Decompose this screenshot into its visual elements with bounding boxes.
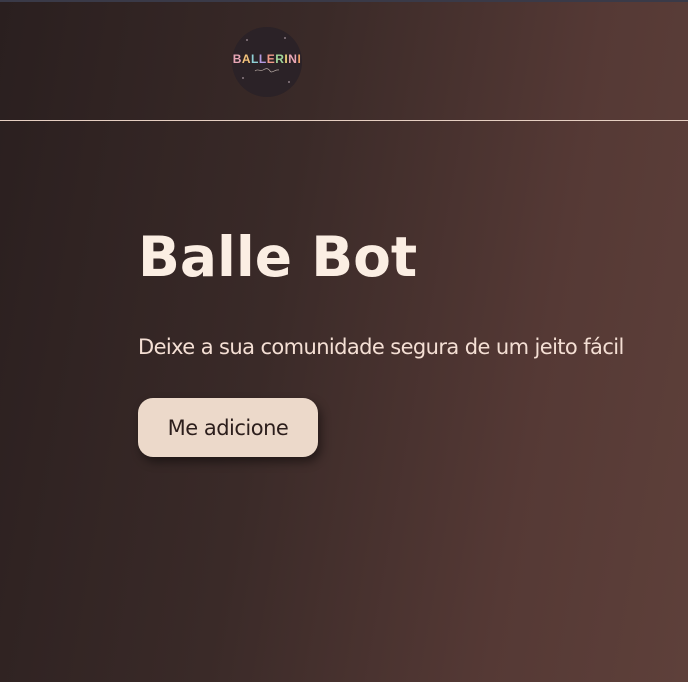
hero-subtitle: Deixe a sua comunidade segura de um jeit… [138, 335, 624, 359]
logo-letter: A [241, 52, 252, 66]
logo-wordmark: BALLERINI [233, 53, 302, 65]
logo-letter: R [275, 52, 285, 66]
site-header: BALLERINI [0, 2, 688, 120]
logo-letter: L [258, 52, 267, 66]
logo-sparkle [246, 39, 248, 41]
page-title: Balle Bot [138, 225, 418, 289]
logo-letter: I [297, 52, 302, 66]
logo-letter: E [266, 52, 276, 66]
logo-sparkle [242, 77, 244, 79]
add-bot-button[interactable]: Me adicione [138, 398, 318, 457]
logo-signature [254, 67, 280, 75]
ballerini-logo[interactable]: BALLERINI [232, 27, 302, 97]
signature-scribble-icon [254, 68, 280, 73]
logo-letter: L [251, 52, 259, 66]
logo-letter: N [288, 52, 298, 66]
logo-sparkle [288, 81, 290, 83]
logo-sparkle [284, 37, 286, 39]
header-divider [0, 120, 688, 121]
logo-letter: B [232, 52, 242, 66]
